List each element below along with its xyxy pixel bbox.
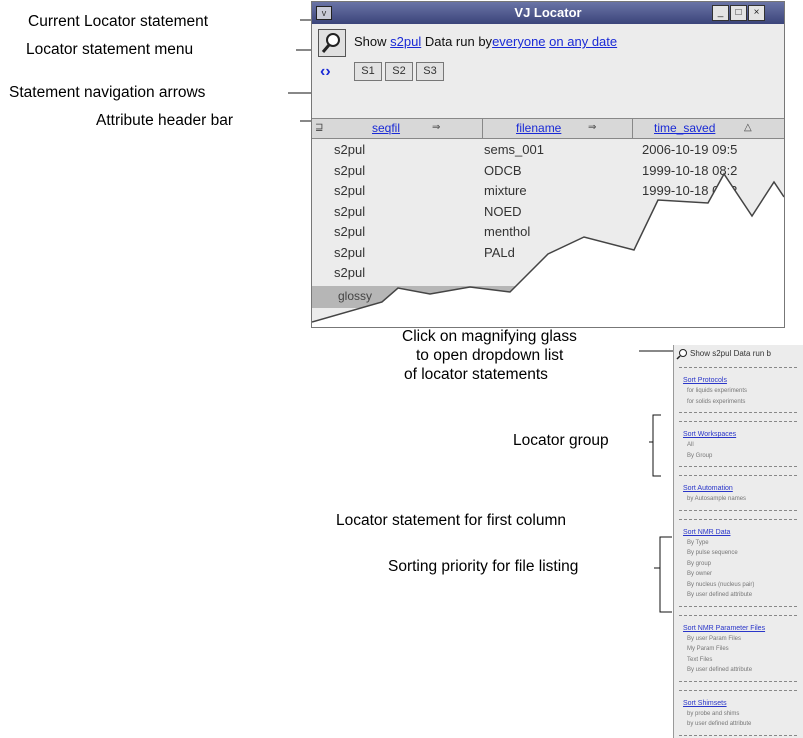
dropdown-item[interactable]: By user defined attribute [687, 592, 752, 598]
bracket-locator-group [652, 414, 661, 477]
dropdown-item[interactable]: for liquids experiments [687, 388, 747, 394]
dropdown-item[interactable]: All [687, 442, 694, 448]
dropdown-item[interactable]: By pulse sequence [687, 550, 738, 556]
dropdown-separator [679, 734, 797, 736]
vj-locator-window: v VJ Locator _ □ × Show s2pul Data run b… [311, 1, 785, 328]
bracket-sorting [659, 536, 672, 613]
dropdown-separator [679, 680, 797, 682]
dropdown-group-title[interactable]: Sort NMR Data [683, 529, 730, 536]
dropdown-separator [679, 518, 797, 520]
dropdown-separator [679, 614, 797, 616]
callout-magnifier-2: to open dropdown list [416, 347, 564, 364]
dropdown-separator [679, 689, 797, 691]
dropdown-item[interactable]: By Group [687, 453, 712, 459]
dropdown-group-title[interactable]: Sort NMR Parameter Files [683, 625, 765, 632]
dropdown-separator [679, 605, 797, 607]
dropdown-group-title[interactable]: Sort Shimsets [683, 700, 727, 707]
dropdown-item[interactable]: Text Files [687, 657, 712, 663]
callout-current-statement: Current Locator statement [28, 13, 209, 30]
dropdown-item[interactable]: By user Param Files [687, 636, 741, 642]
dropdown-separator [679, 466, 797, 467]
callout-locator-group: Locator group [513, 432, 609, 449]
dropdown-item[interactable]: By owner [687, 571, 712, 577]
callout-first-column: Locator statement for first column [336, 512, 567, 529]
dropdown-item[interactable]: by probe and shims [687, 711, 739, 717]
dropdown-head-text: Show s2pul Data run b [690, 349, 771, 358]
dropdown-item[interactable]: By Type [687, 540, 709, 546]
dropdown-item[interactable]: by user defined attribute [687, 721, 751, 727]
callout-statement-menu: Locator statement menu [26, 41, 194, 58]
callout-sorting: Sorting priority for file listing [388, 558, 579, 575]
dropdown-header: Show s2pul Data run b [674, 345, 803, 365]
dropdown-separator [679, 412, 797, 413]
callout-header-bar: Attribute header bar [96, 112, 234, 129]
dropdown-separator [679, 421, 797, 422]
dropdown-separator [679, 475, 797, 476]
callout-magnifier-3: of locator statements [404, 366, 548, 383]
dropdown-group-title[interactable]: Sort Protocols [683, 377, 727, 384]
dropdown-item[interactable]: By group [687, 561, 711, 567]
locator-statement-dropdown: Show s2pul Data run b Sort Protocols for … [673, 345, 803, 738]
callout-magnifier-1: Click on magnifying glass [402, 328, 577, 345]
dropdown-item[interactable]: By user defined attribute [687, 667, 752, 673]
dropdown-separator [679, 367, 797, 368]
dropdown-magnifier-icon[interactable] [676, 348, 688, 360]
dropdown-item[interactable]: for solids experiments [687, 399, 745, 405]
dropdown-group-title[interactable]: Sort Automation [683, 485, 733, 492]
dropdown-item[interactable]: My Param Files [687, 646, 729, 652]
dropdown-item[interactable]: by Autosample names [687, 496, 746, 502]
torn-edge-mask [312, 172, 784, 327]
callout-nav-arrows: Statement navigation arrows [9, 84, 206, 101]
dropdown-group-title[interactable]: Sort Workspaces [683, 431, 736, 438]
dropdown-item[interactable]: By nucleus (nucleus pair) [687, 582, 754, 588]
dropdown-separator [679, 509, 797, 511]
